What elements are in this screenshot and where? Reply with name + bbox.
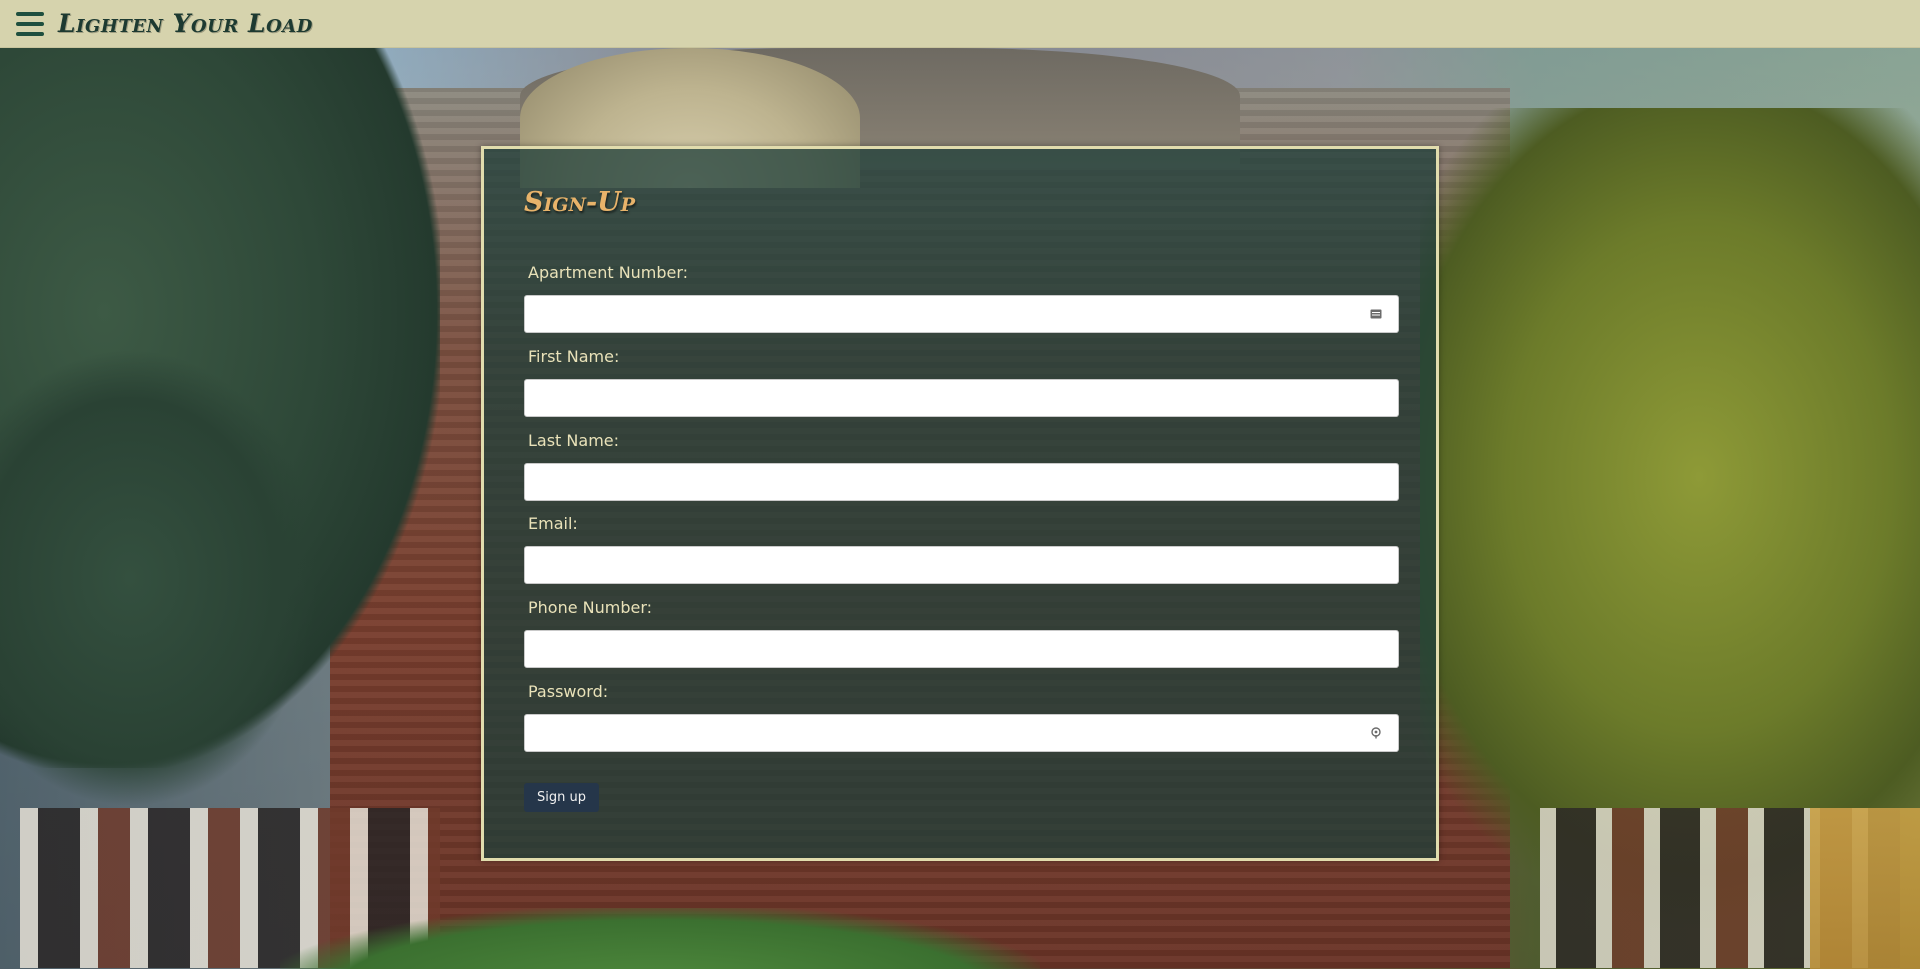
password-input[interactable] <box>524 714 1399 752</box>
menu-bar <box>16 31 44 36</box>
apartment-number-input[interactable] <box>524 295 1399 333</box>
signup-panel: Sign-Up Apartment Number: First Name: La… <box>481 146 1439 861</box>
hamburger-menu-icon[interactable] <box>16 11 44 36</box>
menu-bar <box>16 21 44 26</box>
signup-title: Sign-Up <box>524 187 636 218</box>
phone-number-label: Phone Number: <box>528 598 653 617</box>
first-name-label: First Name: <box>528 347 620 366</box>
last-name-input[interactable] <box>524 463 1399 501</box>
email-input[interactable] <box>524 546 1399 584</box>
email-label: Email: <box>528 514 578 533</box>
last-name-label: Last Name: <box>528 431 620 450</box>
background-tree-left-lower <box>0 348 320 808</box>
autofill-card-icon[interactable] <box>1367 305 1385 323</box>
top-navbar: Lighten Your Load <box>0 0 1920 48</box>
background-yellow-wall <box>1810 808 1920 969</box>
background-tree-right <box>1420 108 1920 928</box>
password-label: Password: <box>528 682 609 701</box>
background-hedge <box>280 908 1040 969</box>
signup-button[interactable]: Sign up <box>524 783 599 812</box>
password-key-icon[interactable] <box>1367 724 1385 742</box>
menu-bar <box>16 11 44 16</box>
apartment-number-label: Apartment Number: <box>528 263 689 282</box>
brand-title[interactable]: Lighten Your Load <box>58 9 313 38</box>
phone-number-input[interactable] <box>524 630 1399 668</box>
first-name-input[interactable] <box>524 379 1399 417</box>
